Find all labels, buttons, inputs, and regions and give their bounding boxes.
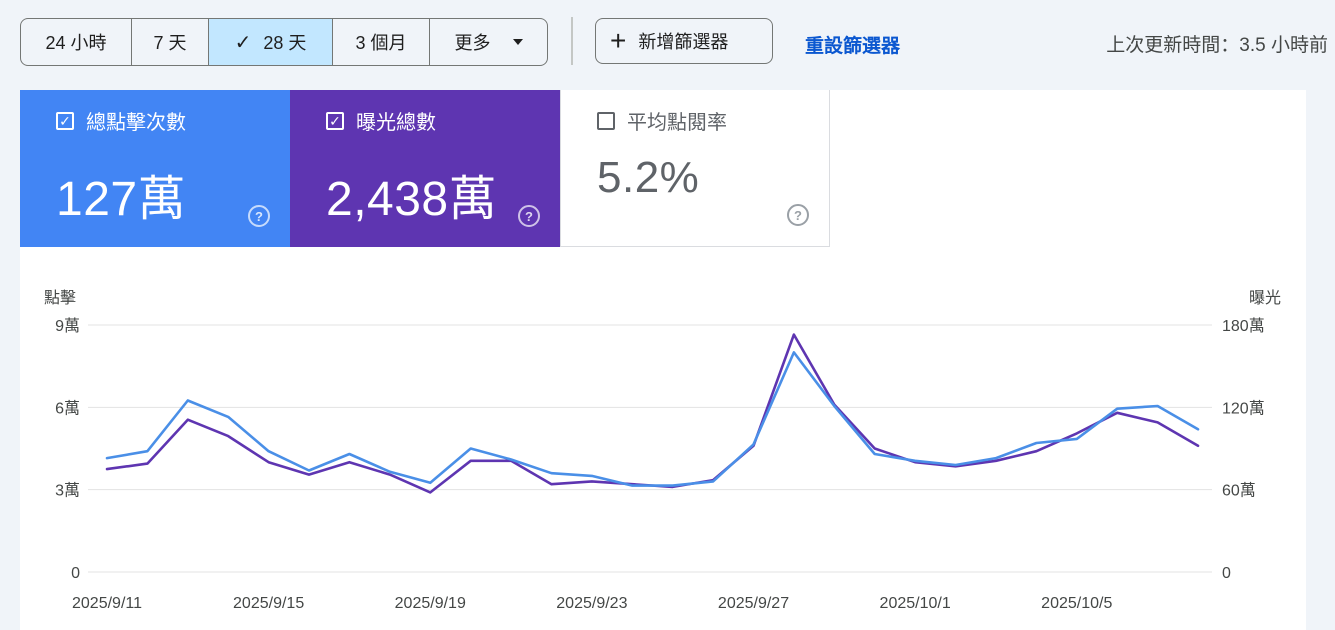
range-24h-button[interactable]: 24 小時 — [21, 19, 132, 65]
metric-clicks-label: 總點擊次數 — [86, 112, 186, 134]
right-axis-tick-label: 180萬 — [1222, 317, 1265, 335]
help-icon[interactable]: ? — [248, 205, 270, 227]
x-axis-tick-label: 2025/10/5 — [1041, 595, 1112, 612]
x-axis-tick-label: 2025/9/19 — [395, 595, 466, 612]
right-axis-tick-label: 0 — [1222, 565, 1231, 582]
range-24h-label: 24 小時 — [45, 33, 107, 53]
plus-icon: + — [610, 25, 627, 56]
left-axis-tick-label: 0 — [71, 565, 80, 582]
reset-filter-link[interactable]: 重設篩選器 — [805, 31, 900, 58]
right-axis-tick-label: 60萬 — [1222, 482, 1256, 500]
x-axis-tick-label: 2025/9/15 — [233, 595, 304, 612]
add-filter-label: 新增篩選器 — [638, 32, 729, 52]
right-axis-title: 曝光 — [1249, 289, 1281, 307]
left-axis-tick-label: 3萬 — [55, 482, 80, 500]
toolbar-divider — [571, 17, 573, 65]
metric-impressions-label: 曝光總數 — [356, 112, 436, 134]
range-3m-label: 3 個月 — [355, 33, 407, 53]
range-7d-label: 7 天 — [153, 33, 187, 53]
metric-card-impressions[interactable]: ✓ 曝光總數 2,438萬 ? — [290, 90, 560, 247]
range-more-dropdown[interactable]: 更多 — [430, 19, 547, 65]
check-icon: ✓ — [234, 31, 252, 54]
impressions-series-line — [105, 333, 1200, 494]
help-icon[interactable]: ? — [518, 205, 540, 227]
checkbox-checked-icon[interactable]: ✓ — [56, 111, 74, 130]
metric-ctr-label: 平均點閱率 — [627, 112, 727, 134]
left-axis-tick-label: 6萬 — [55, 399, 80, 417]
x-axis-tick-label: 2025/9/27 — [718, 595, 789, 612]
metric-ctr-value: 5.2% — [597, 153, 700, 202]
x-axis-tick-label: 2025/10/1 — [880, 595, 951, 612]
left-axis-tick-label: 9萬 — [55, 317, 80, 335]
range-3m-button[interactable]: 3 個月 — [333, 19, 430, 65]
right-axis-tick-label: 120萬 — [1222, 399, 1265, 417]
range-28d-label: 28 天 — [263, 33, 307, 53]
range-28d-button[interactable]: ✓ 28 天 — [209, 19, 333, 65]
range-7d-button[interactable]: 7 天 — [132, 19, 209, 65]
checkbox-checked-icon[interactable]: ✓ — [326, 111, 344, 130]
x-axis-tick-label: 2025/9/11 — [72, 595, 142, 612]
checkbox-unchecked-icon[interactable] — [597, 111, 615, 130]
caret-down-icon — [512, 39, 523, 45]
range-more-label: 更多 — [454, 33, 491, 53]
date-range-selector: 24 小時 7 天 ✓ 28 天 3 個月 更多 — [20, 18, 548, 66]
help-icon[interactable]: ? — [787, 204, 809, 226]
chart-labels: 9萬 180萬 6萬 120萬 3萬 60萬 0 0 點擊 曝光 2025/9/11 2025/9/1… — [44, 289, 1281, 612]
chart-series — [105, 333, 1200, 494]
clicks-series-line — [105, 351, 1200, 487]
left-axis-title: 點擊 — [44, 289, 76, 307]
metric-card-ctr[interactable]: 平均點閱率 5.2% ? — [560, 90, 830, 247]
add-filter-button[interactable]: + 新增篩選器 — [595, 18, 773, 64]
x-axis-tick-label: 2025/9/23 — [556, 595, 627, 612]
metric-card-clicks[interactable]: ✓ 總點擊次數 127萬 ? — [20, 90, 290, 247]
last-updated-text: 上次更新時間：3.5 小時前 — [1106, 35, 1328, 56]
performance-chart: 9萬 180萬 6萬 120萬 3萬 60萬 0 0 點擊 曝光 2025/9/11 2025/9/1… — [44, 289, 1281, 612]
